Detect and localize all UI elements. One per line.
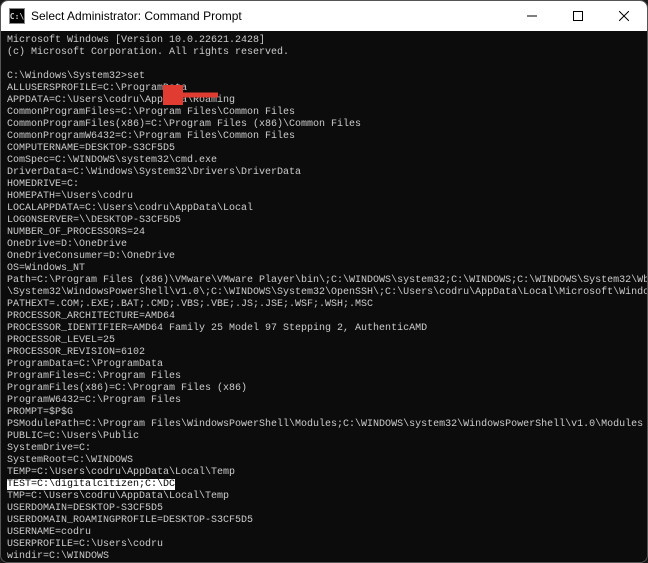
close-button[interactable] bbox=[601, 1, 647, 31]
titlebar-left: C:\ Select Administrator: Command Prompt bbox=[9, 8, 242, 24]
prompt: C:\Windows\System32> bbox=[7, 71, 127, 82]
env-variables-after: TMP=C:\Users\codru\AppData\Local\Temp US… bbox=[7, 491, 253, 562]
maximize-button[interactable] bbox=[555, 1, 601, 31]
command-prompt-window: C:\ Select Administrator: Command Prompt… bbox=[0, 0, 648, 563]
window-title: Select Administrator: Command Prompt bbox=[31, 9, 242, 23]
minimize-button[interactable] bbox=[509, 1, 555, 31]
window-controls bbox=[509, 1, 647, 31]
command-text: set bbox=[127, 71, 145, 82]
env-variables: ALLUSERSPROFILE=C:\ProgramData APPDATA=C… bbox=[7, 83, 647, 478]
cmd-icon: C:\ bbox=[9, 8, 25, 24]
titlebar[interactable]: C:\ Select Administrator: Command Prompt bbox=[1, 1, 647, 31]
copyright-line: (c) Microsoft Corporation. All rights re… bbox=[7, 47, 289, 58]
version-line: Microsoft Windows [Version 10.0.22621.24… bbox=[7, 35, 265, 46]
terminal-output[interactable]: Microsoft Windows [Version 10.0.22621.24… bbox=[1, 31, 647, 562]
highlighted-env-line: TEST=C:\digitalcitizen;C:\DC bbox=[7, 479, 175, 490]
